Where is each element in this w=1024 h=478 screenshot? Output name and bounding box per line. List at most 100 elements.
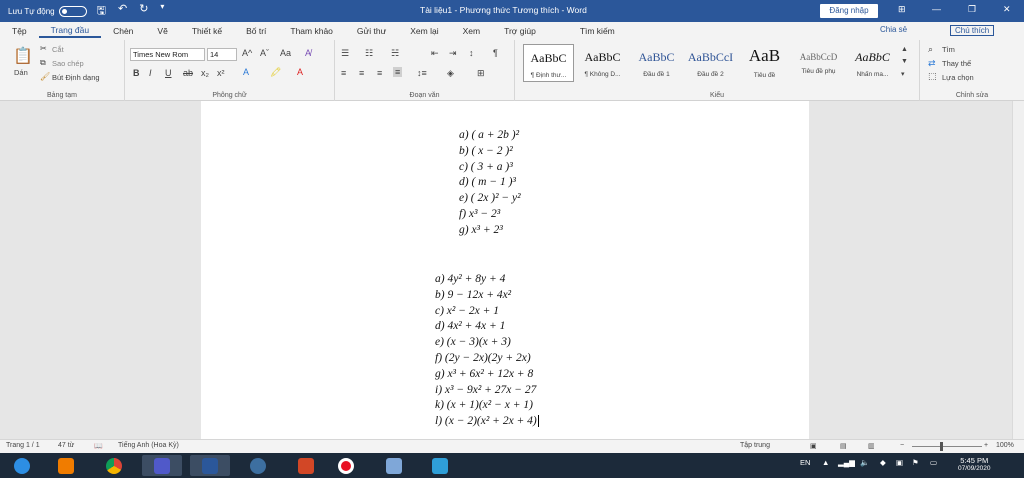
show-hidden-icons-icon[interactable]: ▲	[822, 458, 829, 467]
font-size-select[interactable]: 14	[207, 48, 237, 61]
taskbar-teams[interactable]	[142, 455, 182, 476]
style-item[interactable]: AaBbC Nhấn ma...	[847, 44, 898, 82]
format-painter-icon[interactable]: 🖌	[40, 72, 50, 81]
select-icon[interactable]: ⬚	[928, 71, 937, 82]
align-center-icon[interactable]: ≡	[359, 68, 364, 78]
style-item[interactable]: AaBbCcD Tiêu đề phụ	[793, 44, 844, 82]
font-color-icon[interactable]: A	[297, 67, 303, 77]
close-icon[interactable]: ✕	[1003, 4, 1011, 15]
taskbar-media-player[interactable]	[46, 455, 86, 476]
tab-7[interactable]: Gửi thư	[345, 26, 398, 36]
zoom-out-icon[interactable]: −	[900, 442, 904, 449]
superscript-icon[interactable]: x²	[217, 68, 225, 78]
taskbar-chrome[interactable]	[94, 455, 134, 476]
undo-icon[interactable]: ↶	[118, 2, 127, 21]
volume-icon[interactable]: 🔈	[860, 458, 869, 467]
replace-icon[interactable]: ⇄	[928, 58, 936, 69]
replace-button[interactable]: Thay thế	[942, 59, 971, 68]
start-button[interactable]	[2, 455, 42, 476]
show-formatting-marks-icon[interactable]: ¶	[493, 48, 498, 58]
language-indicator[interactable]: Tiếng Anh (Hoa Kỳ)	[118, 442, 179, 449]
line-spacing-icon[interactable]: ↕≡	[417, 68, 427, 78]
taskbar-network-app[interactable]	[374, 455, 414, 476]
page-count[interactable]: Trang 1 / 1	[6, 442, 40, 449]
minimize-icon[interactable]: —	[932, 4, 941, 14]
multilevel-list-icon[interactable]: ☵	[391, 48, 399, 59]
zoom-slider[interactable]	[912, 446, 982, 447]
find-button[interactable]: Tìm	[942, 45, 955, 54]
clear-formatting-icon[interactable]: A̸	[305, 48, 311, 58]
tab-3[interactable]: Vẽ	[145, 26, 179, 36]
borders-icon[interactable]: ⊞	[477, 68, 485, 79]
tab-9[interactable]: Xem	[451, 26, 492, 36]
justify-icon[interactable]: ≡	[393, 67, 403, 77]
style-item[interactable]: AaB Tiêu đề	[739, 44, 790, 82]
decrease-indent-icon[interactable]: ⇤	[431, 48, 439, 59]
paste-icon[interactable]: 📋	[13, 46, 33, 66]
tab-6[interactable]: Tham khảo	[278, 26, 345, 36]
align-left-icon[interactable]: ≡	[341, 68, 346, 78]
taskbar-photos[interactable]	[420, 455, 460, 476]
redo-icon[interactable]: ↻	[139, 2, 148, 21]
tab-2[interactable]: Chèn	[101, 26, 145, 36]
zoom-level[interactable]: 100%	[996, 442, 1014, 449]
tab-10[interactable]: Trợ giúp	[492, 26, 548, 36]
select-button[interactable]: Lựa chọn	[942, 73, 974, 82]
style-item[interactable]: AaBbC ¶ Không D...	[577, 44, 628, 82]
style-item[interactable]: AaBbC Đầu đề 1	[631, 44, 682, 82]
tab-5[interactable]: Bố trí	[234, 26, 278, 36]
web-layout-icon[interactable]: ▥	[868, 442, 875, 450]
notifications-icon[interactable]: ▭	[930, 458, 937, 467]
text-effects-icon[interactable]: A	[243, 67, 249, 77]
style-item[interactable]: AaBbC ¶ Định thư...	[523, 44, 574, 82]
proofing-icon[interactable]: 📖	[94, 442, 103, 450]
zoom-slider-thumb[interactable]	[940, 442, 943, 451]
input-language[interactable]: EN	[800, 458, 810, 467]
strikethrough-icon[interactable]: ab	[183, 68, 193, 78]
styles-more-icon[interactable]: ▾	[901, 70, 905, 78]
grow-font-icon[interactable]: A^	[242, 48, 252, 58]
tray-flag-icon[interactable]: ⚑	[912, 458, 919, 467]
customize-quick-access-icon[interactable]: ▾	[160, 2, 164, 21]
taskbar-powerpoint[interactable]	[286, 455, 326, 476]
tab-1[interactable]: Trang đầu	[38, 25, 102, 38]
cut-icon[interactable]: ✂	[40, 44, 47, 53]
word-count[interactable]: 47 từ	[58, 442, 74, 449]
tray-antivirus-icon[interactable]: ▣	[896, 458, 903, 467]
find-icon[interactable]: ⌕	[928, 44, 933, 55]
network-icon[interactable]: ▂▄▆	[838, 458, 855, 467]
taskbar-recorder[interactable]	[326, 455, 366, 476]
focus-mode-button[interactable]: Tập trung	[740, 442, 770, 449]
subscript-icon[interactable]: x₂	[201, 68, 209, 78]
italic-icon[interactable]: I	[149, 68, 152, 78]
format-painter-button[interactable]: Bút Định dạng	[52, 73, 100, 82]
login-button[interactable]: Đăng nhập	[820, 4, 878, 18]
autosave-toggle[interactable]: Lưu Tự động	[8, 5, 87, 17]
underline-icon[interactable]: U	[165, 68, 172, 78]
style-item[interactable]: AaBbCcI Đầu đề 2	[685, 44, 736, 82]
copy-icon[interactable]: ⧉	[40, 58, 46, 68]
tab-0[interactable]: Tệp	[0, 26, 39, 36]
taskbar-word[interactable]	[190, 455, 230, 476]
taskbar-steam[interactable]	[238, 455, 278, 476]
clock[interactable]: 5:45 PM 07/09/2020	[958, 456, 991, 472]
paste-button[interactable]: Dán	[14, 68, 28, 77]
shrink-font-icon[interactable]: Aˇ	[260, 48, 269, 58]
toggle-switch-icon[interactable]	[58, 5, 87, 17]
zoom-in-icon[interactable]: +	[984, 442, 988, 449]
bold-icon[interactable]: B	[133, 68, 140, 78]
comments-button[interactable]: Chú thích	[950, 25, 995, 36]
shading-icon[interactable]: ◈	[447, 68, 454, 79]
tab-8[interactable]: Xem lại	[398, 26, 450, 36]
tell-me-search[interactable]: Tìm kiếm	[568, 26, 627, 36]
styles-scroll-up-icon[interactable]: ▲	[901, 46, 908, 53]
tab-4[interactable]: Thiết kế	[180, 26, 234, 36]
change-case-icon[interactable]: Aa	[280, 48, 291, 58]
sort-icon[interactable]: ↕	[469, 48, 474, 58]
read-mode-icon[interactable]: ▣	[810, 442, 817, 450]
styles-scroll-down-icon[interactable]: ▼	[901, 58, 908, 65]
font-name-select[interactable]: Times New Rom	[130, 48, 205, 61]
document-page[interactable]: a) ( a + 2b )² b) ( x − 2 )² c) ( 3 + a )³…	[201, 101, 809, 439]
maximize-icon[interactable]: ❐	[968, 4, 976, 15]
highlight-color-icon[interactable]: 🖍	[270, 67, 281, 78]
